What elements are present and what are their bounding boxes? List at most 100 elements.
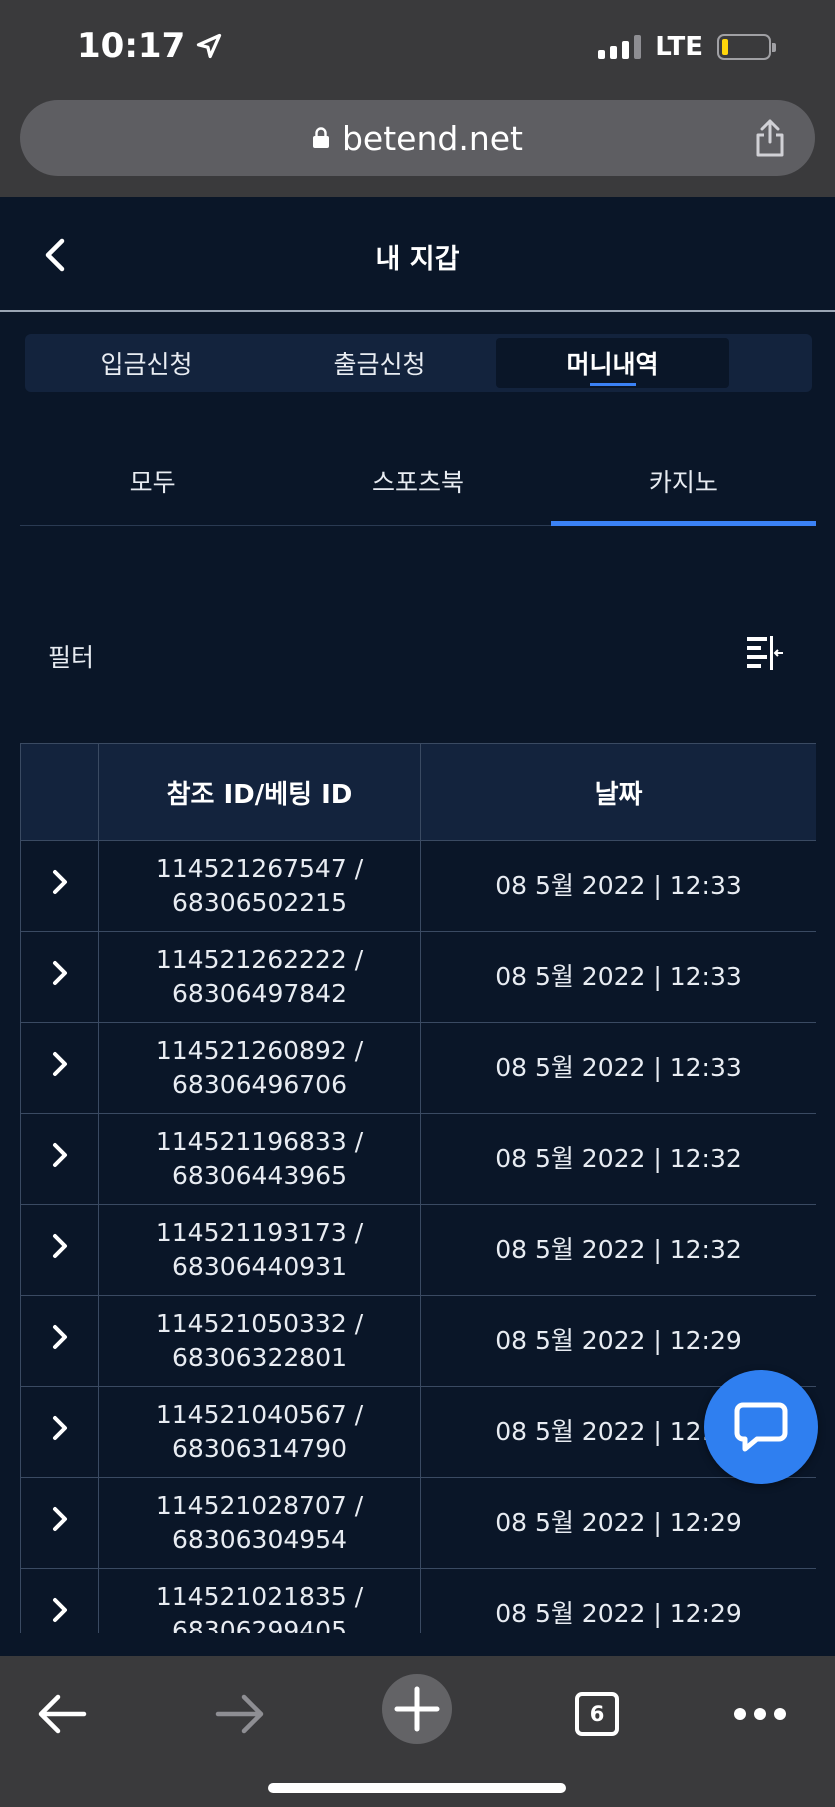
page-title: 내 지갑 [375,244,460,275]
date-cell: 08 5월 2022 | 12:29 [420,1568,816,1633]
active-tab-indicator [589,383,636,386]
bet-id: 68306496706 [172,1070,347,1099]
date-cell: 08 5월 2022 | 12:33 [420,1022,816,1114]
table-row[interactable]: 114521193173 / 68306440931 08 5월 2022 | 12… [20,1204,816,1296]
more-options-button[interactable] [732,1686,788,1742]
ellipsis-icon [734,1708,786,1720]
table-header-row: 참조 ID/베팅 ID 날짜 [20,743,816,841]
tab-count-badge: 6 [575,1692,619,1736]
signal-icon [598,35,642,59]
browser-forward-button[interactable] [212,1686,268,1742]
reference-id-cell: 114521021835 / 68306299405 [98,1568,421,1633]
date-cell: 08 5월 2022 | 12:29 [420,1477,816,1569]
chevron-right-icon[interactable] [51,1050,69,1078]
table-row[interactable]: 114521260892 / 68306496706 08 5월 2022 | 12… [20,1022,816,1114]
tab-money-history[interactable]: 머니내역 [496,338,729,388]
browser-back-button[interactable] [34,1686,90,1742]
column-header-date: 날짜 [420,743,816,841]
live-chat-button[interactable] [704,1370,818,1484]
tabs-overview-button[interactable]: 6 [572,1686,622,1742]
reference-id: 114521262222 / [155,945,364,974]
expand-cell[interactable] [20,1477,99,1569]
bet-id: 68306322801 [172,1343,347,1372]
tab-casino[interactable]: 카지노 [550,436,817,526]
address-bar[interactable]: betend.net [20,100,815,176]
reference-id-cell: 114521193173 / 68306440931 [98,1204,421,1296]
expand-cell[interactable] [20,1568,99,1633]
page-header: 내 지갑 [0,197,835,312]
column-header-reference-id: 참조 ID/베팅 ID [98,743,421,841]
reference-id: 114521267547 / [155,854,364,883]
date-cell: 08 5월 2022 | 12:32 [420,1204,816,1296]
table-row[interactable]: 114521196833 / 68306443965 08 5월 2022 | 12… [20,1113,816,1205]
chevron-right-icon[interactable] [51,1414,69,1442]
table-row[interactable]: 114521050332 /68306322801 08 5월 2022 | 12… [20,1295,816,1387]
bet-id: 68306497842 [172,979,347,1008]
history-table: 참조 ID/베팅 ID 날짜 114521267547 / 68306502215… [20,743,816,1633]
expand-cell[interactable] [20,1386,99,1478]
tab-withdraw-request[interactable]: 출금신청 [263,338,496,388]
filter-columns-icon[interactable] [745,634,785,672]
tab-sportsbook[interactable]: 스포츠북 [285,436,550,525]
reference-id-cell: 114521040567 / 68306314790 [98,1386,421,1478]
status-indicators: LTE [598,32,776,62]
reference-id: 114521260892 / [155,1036,364,1065]
date-cell: 08 5월 2022 | 12:32 [420,1113,816,1205]
reference-id-cell: 114521267547 / 68306502215 [98,840,421,932]
chevron-right-icon[interactable] [51,1232,69,1260]
browser-top-bar: 10:17 LTE betend.net [0,0,835,197]
lock-icon [312,127,329,148]
chevron-right-icon[interactable] [51,1141,69,1169]
bet-id: 68306304954 [172,1525,347,1554]
new-tab-button[interactable] [382,1674,452,1744]
filter-label[interactable]: 필터 [48,638,94,674]
reference-id-cell: 114521196833 / 68306443965 [98,1113,421,1205]
table-row[interactable]: 114521021835 / 68306299405 08 5월 2022 | 12… [20,1568,816,1633]
tab-all[interactable]: 모두 [20,436,285,525]
date-cell: 08 5월 2022 | 12:33 [420,931,816,1023]
bet-id: 68306299405 [172,1616,347,1633]
expand-cell[interactable] [20,931,99,1023]
reference-id: 114521193173 / [155,1218,364,1247]
table-row[interactable]: 114521267547 / 68306502215 08 5월 2022 | 12… [20,840,816,932]
chevron-right-icon[interactable] [51,959,69,987]
tab-deposit-request[interactable]: 입금신청 [30,338,263,388]
table-row[interactable]: 114521040567 /68306314790 08 5월 2022 | 12… [20,1386,816,1478]
plus-icon [394,1686,440,1732]
reference-id: 114521196833 / [155,1127,364,1156]
network-label: LTE [655,32,703,62]
table-row[interactable]: 114521028707 / 68306304954 08 5월 2022 | 12… [20,1477,816,1569]
expand-cell[interactable] [20,1204,99,1296]
date-cell: 08 5월 2022 | 12:33 [420,840,816,932]
reference-id-cell: 114521028707 / 68306304954 [98,1477,421,1569]
bet-id: 68306314790 [172,1434,347,1463]
tab-label: 입금신청 [100,350,193,379]
tab-label: 출금신청 [333,350,426,379]
chevron-right-icon[interactable] [51,1505,69,1533]
chevron-right-icon[interactable] [51,1596,69,1624]
column-header-expand [20,743,99,841]
tab-label: 모두 [129,467,176,497]
status-time: 10:17 [77,26,223,66]
expand-cell[interactable] [20,1022,99,1114]
expand-cell[interactable] [20,1295,99,1387]
location-arrow-icon [197,33,222,59]
chevron-right-icon[interactable] [51,1323,69,1351]
share-icon[interactable] [753,118,787,158]
chevron-right-icon[interactable] [51,868,69,896]
arrow-right-icon [215,1694,264,1734]
tab-label: 스포츠북 [371,467,464,497]
category-tabs: 모두 스포츠북 카지노 [20,436,817,526]
reference-id-cell: 114521050332 / 68306322801 [98,1295,421,1387]
reference-id-cell: 114521260892 / 68306496706 [98,1022,421,1114]
arrow-left-icon [38,1694,87,1734]
wallet-tabs: 입금신청 출금신청 머니내역 [25,334,812,392]
battery-icon [717,34,776,60]
expand-cell[interactable] [20,840,99,932]
table-row[interactable]: 114521262222 / 68306497842 08 5월 2022 | 12… [20,931,816,1023]
expand-cell[interactable] [20,1113,99,1205]
tab-label: 카지노 [648,467,718,497]
chat-bubble-icon [734,1402,788,1452]
url-text: betend.net [341,118,523,158]
bet-id: 68306443965 [172,1161,347,1190]
